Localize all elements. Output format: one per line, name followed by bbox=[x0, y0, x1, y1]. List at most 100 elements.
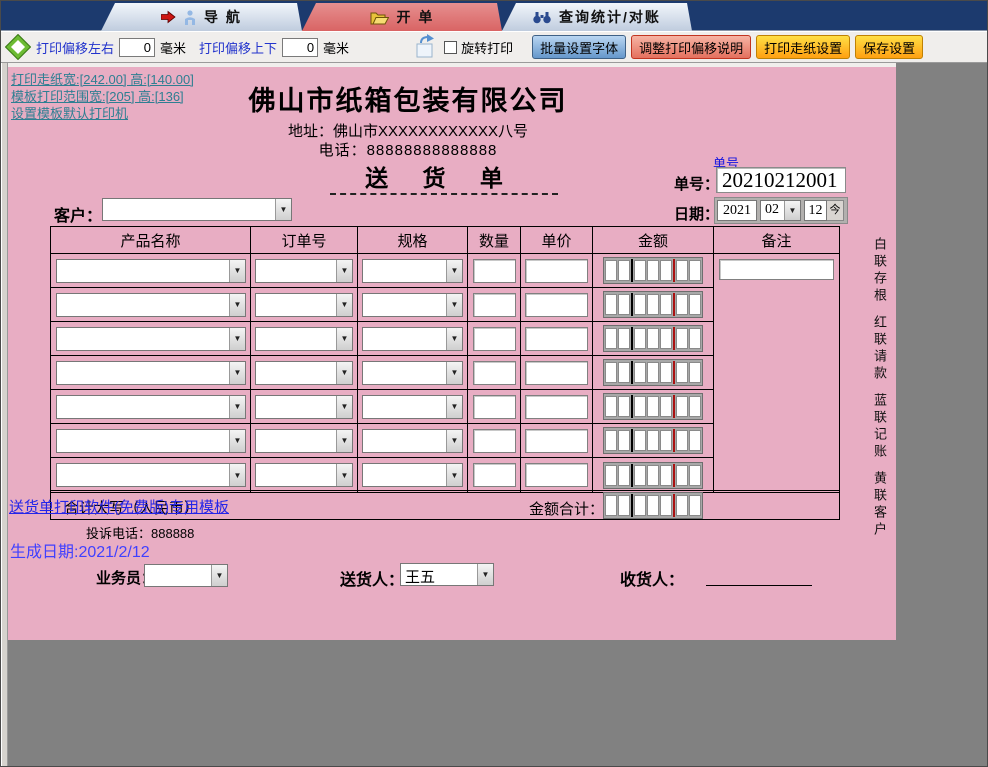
amount-digit-box[interactable] bbox=[605, 465, 617, 486]
amount-digit-box[interactable] bbox=[689, 465, 701, 486]
amount-digit-box[interactable] bbox=[618, 328, 630, 349]
spec-select[interactable]: ▼ bbox=[362, 327, 463, 351]
amount-digit-box[interactable] bbox=[634, 362, 646, 383]
amount-digit-box[interactable] bbox=[605, 328, 617, 349]
amount-digit-box[interactable] bbox=[605, 260, 617, 281]
order-no-select-arrow-icon[interactable]: ▼ bbox=[336, 396, 352, 418]
amount-digit-box[interactable] bbox=[647, 495, 659, 516]
date-month-select[interactable]: 02 ▼ bbox=[760, 200, 801, 221]
amount-digit-grid[interactable] bbox=[603, 257, 703, 284]
order-no-select[interactable]: ▼ bbox=[255, 327, 353, 351]
rotate-print-checkbox[interactable] bbox=[444, 41, 457, 54]
amount-digit-box[interactable] bbox=[647, 260, 659, 281]
product-select-arrow-icon[interactable]: ▼ bbox=[229, 362, 245, 384]
amount-digit-box[interactable] bbox=[660, 260, 672, 281]
amount-digit-box[interactable] bbox=[634, 495, 646, 516]
order-no-select[interactable]: ▼ bbox=[255, 463, 353, 487]
adjust-offset-help-button[interactable]: 调整打印偏移说明 bbox=[631, 35, 751, 59]
amount-digit-box[interactable] bbox=[634, 465, 646, 486]
amount-digit-box[interactable] bbox=[605, 294, 617, 315]
price-input[interactable] bbox=[525, 293, 588, 317]
tab-billing[interactable]: 开 单 bbox=[302, 3, 502, 31]
amount-digit-box[interactable] bbox=[605, 396, 617, 417]
price-input[interactable] bbox=[525, 259, 588, 283]
product-select[interactable]: ▼ bbox=[56, 361, 246, 385]
amount-digit-box[interactable] bbox=[676, 362, 688, 383]
qty-input[interactable] bbox=[473, 259, 516, 283]
amount-digit-box[interactable] bbox=[660, 396, 672, 417]
tab-query-stats[interactable]: 查询统计/对账 bbox=[502, 3, 692, 31]
amount-digit-box[interactable] bbox=[647, 430, 659, 451]
customer-dropdown-arrow-icon[interactable]: ▼ bbox=[275, 199, 291, 220]
amount-digit-box[interactable] bbox=[618, 430, 630, 451]
salesman-dropdown-arrow-icon[interactable]: ▼ bbox=[211, 565, 227, 586]
amount-total-grid[interactable] bbox=[603, 492, 703, 519]
customer-select[interactable]: ▼ bbox=[102, 198, 292, 221]
amount-digit-box[interactable] bbox=[676, 328, 688, 349]
spec-select-arrow-icon[interactable]: ▼ bbox=[446, 294, 462, 316]
price-input[interactable] bbox=[525, 463, 588, 487]
product-select[interactable]: ▼ bbox=[56, 293, 246, 317]
amount-digit-box[interactable] bbox=[689, 396, 701, 417]
amount-digit-box[interactable] bbox=[605, 430, 617, 451]
amount-digit-grid[interactable] bbox=[603, 359, 703, 386]
order-no-select-arrow-icon[interactable]: ▼ bbox=[336, 430, 352, 452]
date-year-input[interactable]: 2021 bbox=[717, 200, 757, 221]
spec-select[interactable]: ▼ bbox=[362, 463, 463, 487]
product-select-arrow-icon[interactable]: ▼ bbox=[229, 328, 245, 350]
qty-input[interactable] bbox=[473, 327, 516, 351]
amount-digit-box[interactable] bbox=[618, 465, 630, 486]
spec-select-arrow-icon[interactable]: ▼ bbox=[446, 396, 462, 418]
order-no-select[interactable]: ▼ bbox=[255, 429, 353, 453]
order-no-select-arrow-icon[interactable]: ▼ bbox=[336, 362, 352, 384]
remark-input[interactable] bbox=[719, 259, 834, 280]
month-dropdown-arrow-icon[interactable]: ▼ bbox=[784, 201, 800, 220]
price-input[interactable] bbox=[525, 361, 588, 385]
amount-digit-box[interactable] bbox=[689, 328, 701, 349]
spec-select[interactable]: ▼ bbox=[362, 395, 463, 419]
amount-digit-box[interactable] bbox=[660, 328, 672, 349]
order-no-select-arrow-icon[interactable]: ▼ bbox=[336, 294, 352, 316]
order-no-input[interactable] bbox=[716, 167, 846, 193]
amount-digit-box[interactable] bbox=[647, 362, 659, 383]
amount-digit-box[interactable] bbox=[660, 362, 672, 383]
amount-digit-box[interactable] bbox=[618, 294, 630, 315]
product-select-arrow-icon[interactable]: ▼ bbox=[229, 430, 245, 452]
salesman-select[interactable]: ▼ bbox=[144, 564, 228, 587]
generated-date-link[interactable]: 生成日期:2021/2/12 bbox=[10, 538, 150, 562]
amount-digit-box[interactable] bbox=[676, 396, 688, 417]
amount-digit-box[interactable] bbox=[676, 495, 688, 516]
product-select-arrow-icon[interactable]: ▼ bbox=[229, 294, 245, 316]
amount-digit-box[interactable] bbox=[660, 495, 672, 516]
order-no-select-arrow-icon[interactable]: ▼ bbox=[336, 260, 352, 282]
amount-digit-box[interactable] bbox=[618, 396, 630, 417]
batch-font-button[interactable]: 批量设置字体 bbox=[532, 35, 626, 59]
order-no-select-arrow-icon[interactable]: ▼ bbox=[336, 464, 352, 486]
qty-input[interactable] bbox=[473, 361, 516, 385]
amount-digit-box[interactable] bbox=[660, 465, 672, 486]
save-settings-button[interactable]: 保存设置 bbox=[855, 35, 923, 59]
amount-digit-grid[interactable] bbox=[603, 462, 703, 489]
qty-input[interactable] bbox=[473, 293, 516, 317]
amount-digit-box[interactable] bbox=[618, 260, 630, 281]
product-select-arrow-icon[interactable]: ▼ bbox=[229, 260, 245, 282]
amount-digit-box[interactable] bbox=[676, 260, 688, 281]
order-no-select[interactable]: ▼ bbox=[255, 395, 353, 419]
amount-digit-box[interactable] bbox=[634, 294, 646, 315]
amount-digit-box[interactable] bbox=[676, 294, 688, 315]
date-day-input[interactable]: 12 bbox=[804, 200, 827, 221]
order-no-select-arrow-icon[interactable]: ▼ bbox=[336, 328, 352, 350]
amount-digit-box[interactable] bbox=[689, 294, 701, 315]
amount-digit-box[interactable] bbox=[689, 260, 701, 281]
amount-digit-box[interactable] bbox=[618, 495, 630, 516]
spec-select[interactable]: ▼ bbox=[362, 293, 463, 317]
amount-digit-box[interactable] bbox=[689, 495, 701, 516]
amount-digit-box[interactable] bbox=[634, 430, 646, 451]
qty-input[interactable] bbox=[473, 395, 516, 419]
amount-digit-box[interactable] bbox=[676, 465, 688, 486]
spec-select-arrow-icon[interactable]: ▼ bbox=[446, 464, 462, 486]
amount-digit-box[interactable] bbox=[660, 430, 672, 451]
paper-feed-settings-button[interactable]: 打印走纸设置 bbox=[756, 35, 850, 59]
spec-select-arrow-icon[interactable]: ▼ bbox=[446, 430, 462, 452]
today-button[interactable]: 今 bbox=[827, 200, 844, 221]
